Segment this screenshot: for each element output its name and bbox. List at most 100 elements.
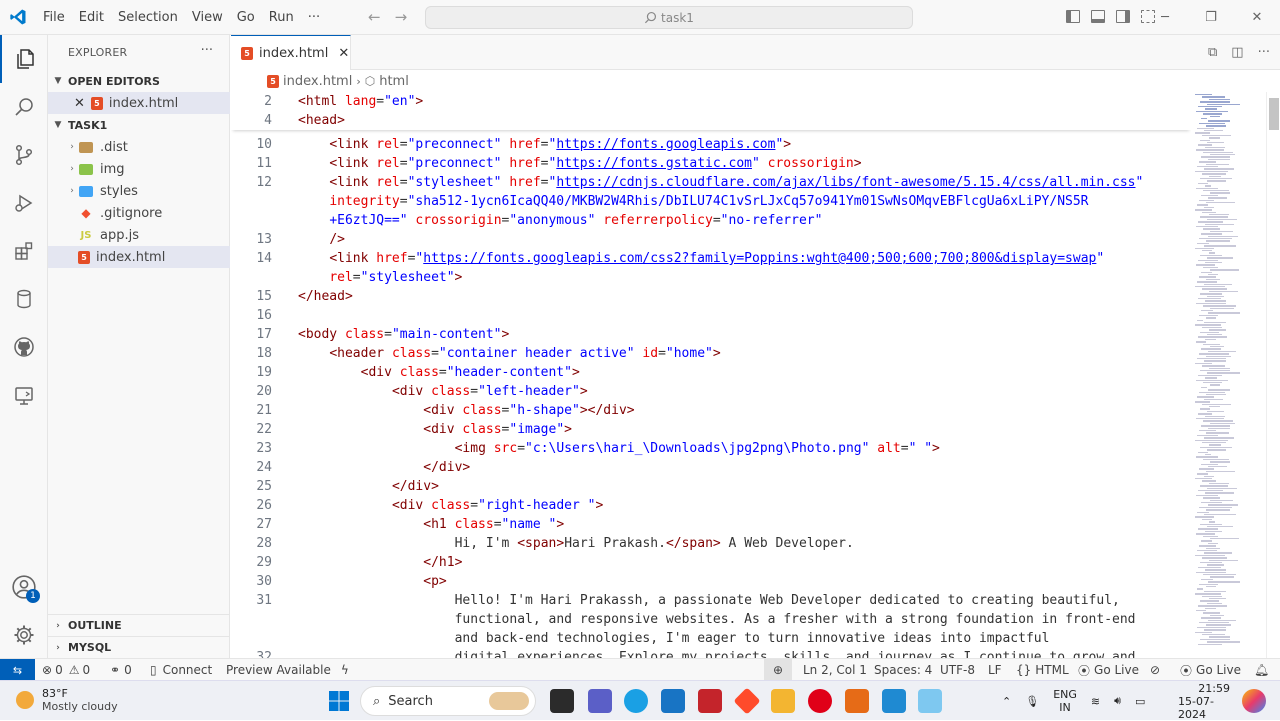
tree-item-styles[interactable]: › styles <box>48 180 230 202</box>
connect-status[interactable]: ▯ Connect <box>150 659 212 681</box>
restore-icon[interactable]: ❐ <box>1188 0 1234 35</box>
code-line[interactable]: 14 <link href="https://fonts.googleapis.c… <box>231 249 1191 268</box>
code-line[interactable]: 25 </div> <box>231 477 1191 496</box>
forward-arrow-icon[interactable]: → <box>395 8 408 26</box>
remote-indicator[interactable]: ⇆ <box>0 659 35 681</box>
outline-section[interactable]: › OUTLINE <box>48 614 230 636</box>
microphone-icon[interactable]: 🎙︎ <box>1025 695 1039 708</box>
preview-status[interactable]: Preview Available ϟ <box>226 659 349 681</box>
open-editors-section[interactable]: ▼ OPEN EDITORS <box>48 70 230 92</box>
toggle-secondary-sidebar-icon[interactable] <box>1116 10 1130 23</box>
code-line[interactable]: 4 <head> <box>231 111 1191 130</box>
code-line[interactable]: 30 <p> <box>231 572 1191 591</box>
menu-edit[interactable]: Edit <box>72 10 111 25</box>
menu-file[interactable]: File <box>36 10 72 25</box>
copilot-app[interactable] <box>1242 689 1266 713</box>
code-line[interactable]: 15 </head> <box>231 287 1191 306</box>
code-line[interactable]: 12 <link rel="stylesheet" href="https://c… <box>231 173 1191 192</box>
notifications-status[interactable]: 🔔︎ <box>1254 659 1269 681</box>
tree-item-appjs[interactable]: JS app.js <box>48 224 230 246</box>
open-preview-icon[interactable]: ⧉ <box>1208 45 1217 60</box>
tree-item-dist[interactable]: › .dist <box>48 136 230 158</box>
chevron-up-icon[interactable]: ⌃ <box>1002 695 1011 708</box>
code-line[interactable]: 28 Hi, I'm <span>Hari Prakash.</span> A W… <box>231 534 1191 553</box>
breadcrumb-symbol[interactable]: html <box>379 74 409 89</box>
code-line[interactable]: integrity="sha512-1ycn6IcaQQ40/MKBW2W4Rh… <box>231 192 1191 211</box>
tree-item-index-html[interactable]: 5 index.html <box>48 246 230 268</box>
vertical-scrollbar[interactable] <box>1266 92 1280 658</box>
toggle-panel-icon[interactable] <box>1091 10 1105 23</box>
code-line[interactable]: 16 <box>231 306 1191 325</box>
more-actions-icon[interactable]: ··· <box>1258 45 1270 60</box>
cursor-position[interactable]: Ln 2, Col 1 <box>803 659 867 681</box>
code-line[interactable]: 21 <div class="h-shape"></div> <box>231 401 1191 420</box>
code-editor[interactable]: 2 <html lang="en"> 4 <head> 10 <link rel="pr… <box>231 92 1191 658</box>
database-activity[interactable] <box>0 275 48 323</box>
language-indicator[interactable]: ENG IN <box>1053 688 1077 714</box>
language-status[interactable]: {} HTML <box>1016 659 1069 681</box>
code-line[interactable]: 19 <div class="header-content"> <box>231 363 1191 382</box>
explorer-more-icon[interactable]: ··· <box>201 43 213 58</box>
zoom-status[interactable]: ⊕ <box>764 659 792 681</box>
tree-item-img[interactable]: › img <box>48 158 230 180</box>
task1-folder-section[interactable]: ▼ TASK1 <box>48 114 230 136</box>
close-tab-icon[interactable]: ✕ <box>338 46 349 61</box>
code-line[interactable]: 29 </h1> <box>231 553 1191 572</box>
battery-icon[interactable]: ▭ <box>1135 695 1145 708</box>
menu-selection[interactable]: Selection <box>111 10 185 25</box>
code-line[interactable]: 27 <h1 class="name "> <box>231 515 1191 534</box>
tree-item-gitignore[interactable]: ◆ .gitignore <box>48 202 230 224</box>
sticky-scroll[interactable]: 2 <html lang="en"> 4 <head> <box>231 92 1191 130</box>
weather-widget[interactable]: 83°F Mostly cloudy <box>16 687 118 713</box>
split-editor-icon[interactable]: ◫ <box>1231 45 1243 60</box>
encoding-status[interactable]: UTF-8 <box>940 659 975 681</box>
explorer-activity[interactable] <box>0 35 48 83</box>
close-icon[interactable]: ✕ <box>74 96 85 111</box>
remote-explorer-activity[interactable] <box>0 371 48 419</box>
wifi-icon[interactable]: ≋ <box>1091 695 1100 708</box>
close-window-icon[interactable]: ✕ <box>1234 0 1280 35</box>
code-line[interactable]: 13 /> <box>231 230 1191 249</box>
menu-more[interactable]: ··· <box>301 10 327 25</box>
breadcrumb-file[interactable]: index.html <box>283 74 352 89</box>
extensions-activity[interactable] <box>0 227 48 275</box>
code-line[interactable]: 26 <div class="right-header "> <box>231 496 1191 515</box>
go-live-status-2[interactable]: ⦿ Go Live <box>1180 659 1241 681</box>
code-line[interactable]: +E6ztJQ==" crossorigin = "anonymous" refer… <box>231 211 1191 230</box>
tab-index-html[interactable]: 5 index.html ✕ <box>231 35 351 70</box>
sublime-app[interactable] <box>845 689 869 713</box>
code-line[interactable]: 24 </div> <box>231 458 1191 477</box>
vscode-app[interactable] <box>882 689 906 713</box>
code-line[interactable]: 22 <div class="image"> <box>231 420 1191 439</box>
clock[interactable]: 21:59 15-07-2024 <box>1178 681 1230 721</box>
edge-app[interactable] <box>624 689 648 713</box>
source-control-activity[interactable] <box>0 131 48 179</box>
file-explorer-app[interactable] <box>771 689 795 713</box>
menu-run[interactable]: Run <box>262 10 301 25</box>
run-debug-activity[interactable] <box>0 179 48 227</box>
accounts-activity[interactable]: 1 <box>0 563 48 611</box>
store-app[interactable] <box>661 689 685 713</box>
code-line[interactable]: rel="stylesheet"> <box>231 268 1191 287</box>
menu-go[interactable]: Go <box>230 10 262 25</box>
mcafee-app[interactable] <box>698 689 722 713</box>
code-line[interactable]: 2 <html lang="en"> <box>231 92 1191 111</box>
manage-activity[interactable] <box>0 611 48 659</box>
ports-status[interactable]: ⚭ 0 <box>110 659 132 681</box>
anydesk-app[interactable] <box>733 687 761 715</box>
back-arrow-icon[interactable]: ← <box>368 8 381 26</box>
snipping-app[interactable] <box>918 689 942 713</box>
taskbar-search[interactable]: ⌕ Search <box>360 686 536 716</box>
code-line[interactable]: 17 <body class="main-content"> <box>231 325 1191 344</box>
go-live-status[interactable]: ⦿ Go Live <box>1078 659 1139 681</box>
scrollbar-thumb[interactable] <box>1269 98 1279 130</box>
opera-app[interactable] <box>808 689 832 713</box>
start-button[interactable] <box>327 689 351 713</box>
code-line[interactable]: functional, and responsive websites. As … <box>231 610 1191 629</box>
toggle-sidebar-icon[interactable] <box>1066 10 1080 23</box>
code-line[interactable]: 10 <link rel="preconnect" href="https://f… <box>231 135 1191 154</box>
code-line[interactable]: and back-end technologies, I'm eager to … <box>231 629 1191 648</box>
volume-icon[interactable]: 🔊︎ <box>1114 694 1121 708</box>
code-line[interactable]: 23 <img src="c:\Users\hari_\Downloads\jpg… <box>231 439 1191 458</box>
eol-status[interactable]: LF <box>988 659 1002 681</box>
